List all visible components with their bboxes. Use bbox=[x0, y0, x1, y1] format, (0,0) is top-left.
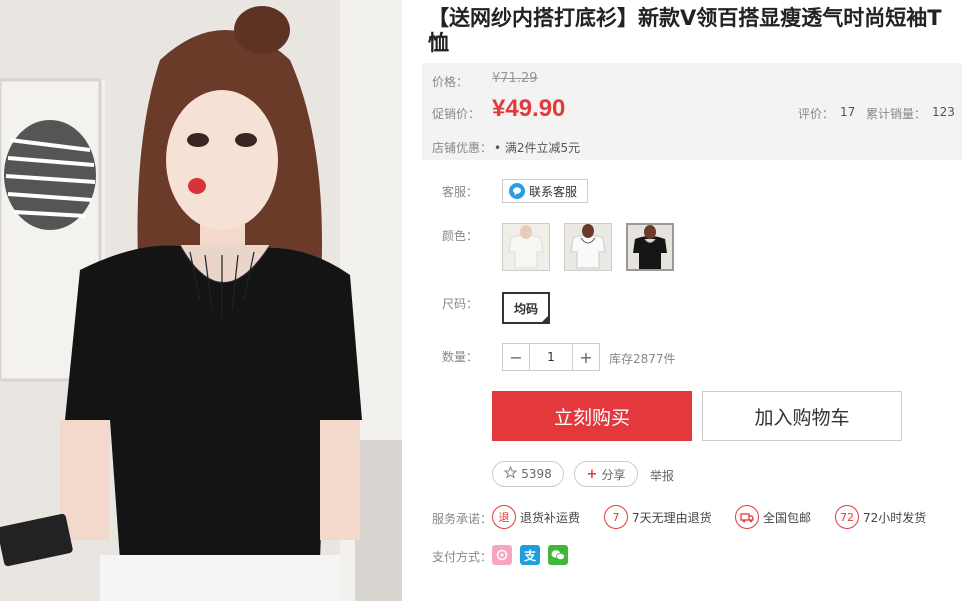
plus-icon: + bbox=[586, 466, 598, 482]
service-promise-label: 服务承诺： bbox=[432, 512, 493, 526]
attribute-area: 客服： 联系客服 颜色： 尺码： 均码 数量： − + 库存2877件 立刻购买… bbox=[422, 0, 962, 601]
promise-free-shipping: 全国包邮 bbox=[735, 505, 811, 529]
color-swatch-black[interactable] bbox=[626, 223, 674, 271]
promise-7day-return: 7 7天无理由退货 bbox=[604, 505, 712, 529]
wechat-pay-icon bbox=[548, 545, 568, 565]
seventy-two-hour-icon: 72 bbox=[835, 505, 859, 529]
share-button[interactable]: + 分享 bbox=[574, 461, 638, 487]
color-label: 颜色： bbox=[442, 229, 479, 243]
size-option-label: 均码 bbox=[513, 301, 538, 316]
size-label: 尺码： bbox=[442, 297, 479, 311]
report-link[interactable]: 举报 bbox=[650, 467, 674, 484]
favorite-button[interactable]: 5398 bbox=[492, 461, 564, 487]
quantity-stepper: − + bbox=[502, 343, 600, 371]
promise-text: 退货补运费 bbox=[520, 510, 581, 525]
promise-text: 72小时发货 bbox=[863, 510, 927, 525]
quantity-plus-button[interactable]: + bbox=[573, 344, 599, 370]
size-option-one-size[interactable]: 均码 bbox=[502, 292, 550, 324]
payment-label: 支付方式： bbox=[432, 550, 493, 564]
truck-icon bbox=[735, 505, 759, 529]
seven-day-icon: 7 bbox=[604, 505, 628, 529]
color-swatch-white[interactable] bbox=[502, 223, 550, 271]
quantity-minus-button[interactable]: − bbox=[503, 344, 529, 370]
stock-count: 库存2877件 bbox=[609, 352, 676, 366]
star-icon bbox=[503, 465, 518, 482]
add-to-cart-button[interactable]: 加入购物车 bbox=[702, 391, 902, 441]
color-swatch-white-lace[interactable] bbox=[564, 223, 612, 271]
return-icon: 退 bbox=[492, 505, 516, 529]
selected-corner-icon bbox=[540, 314, 550, 324]
service-label: 客服： bbox=[442, 185, 479, 199]
alipay-icon: 支 bbox=[520, 545, 540, 565]
quantity-label: 数量： bbox=[442, 350, 479, 364]
promise-return-shipping: 退 退货补运费 bbox=[492, 505, 580, 529]
promise-text: 全国包邮 bbox=[763, 510, 812, 525]
contact-service-label: 联系客服 bbox=[529, 184, 578, 199]
contact-service-button[interactable]: 联系客服 bbox=[502, 179, 588, 203]
chat-icon bbox=[509, 183, 525, 199]
share-label: 分享 bbox=[601, 467, 626, 482]
product-main-image[interactable] bbox=[0, 0, 402, 601]
promise-72h-dispatch: 72 72小时发货 bbox=[835, 505, 926, 529]
favorite-count: 5398 bbox=[521, 467, 552, 481]
buy-now-button[interactable]: 立刻购买 bbox=[492, 391, 692, 441]
promise-text: 7天无理由退货 bbox=[632, 510, 712, 525]
huabei-icon bbox=[492, 545, 512, 565]
quantity-input[interactable] bbox=[529, 344, 573, 370]
